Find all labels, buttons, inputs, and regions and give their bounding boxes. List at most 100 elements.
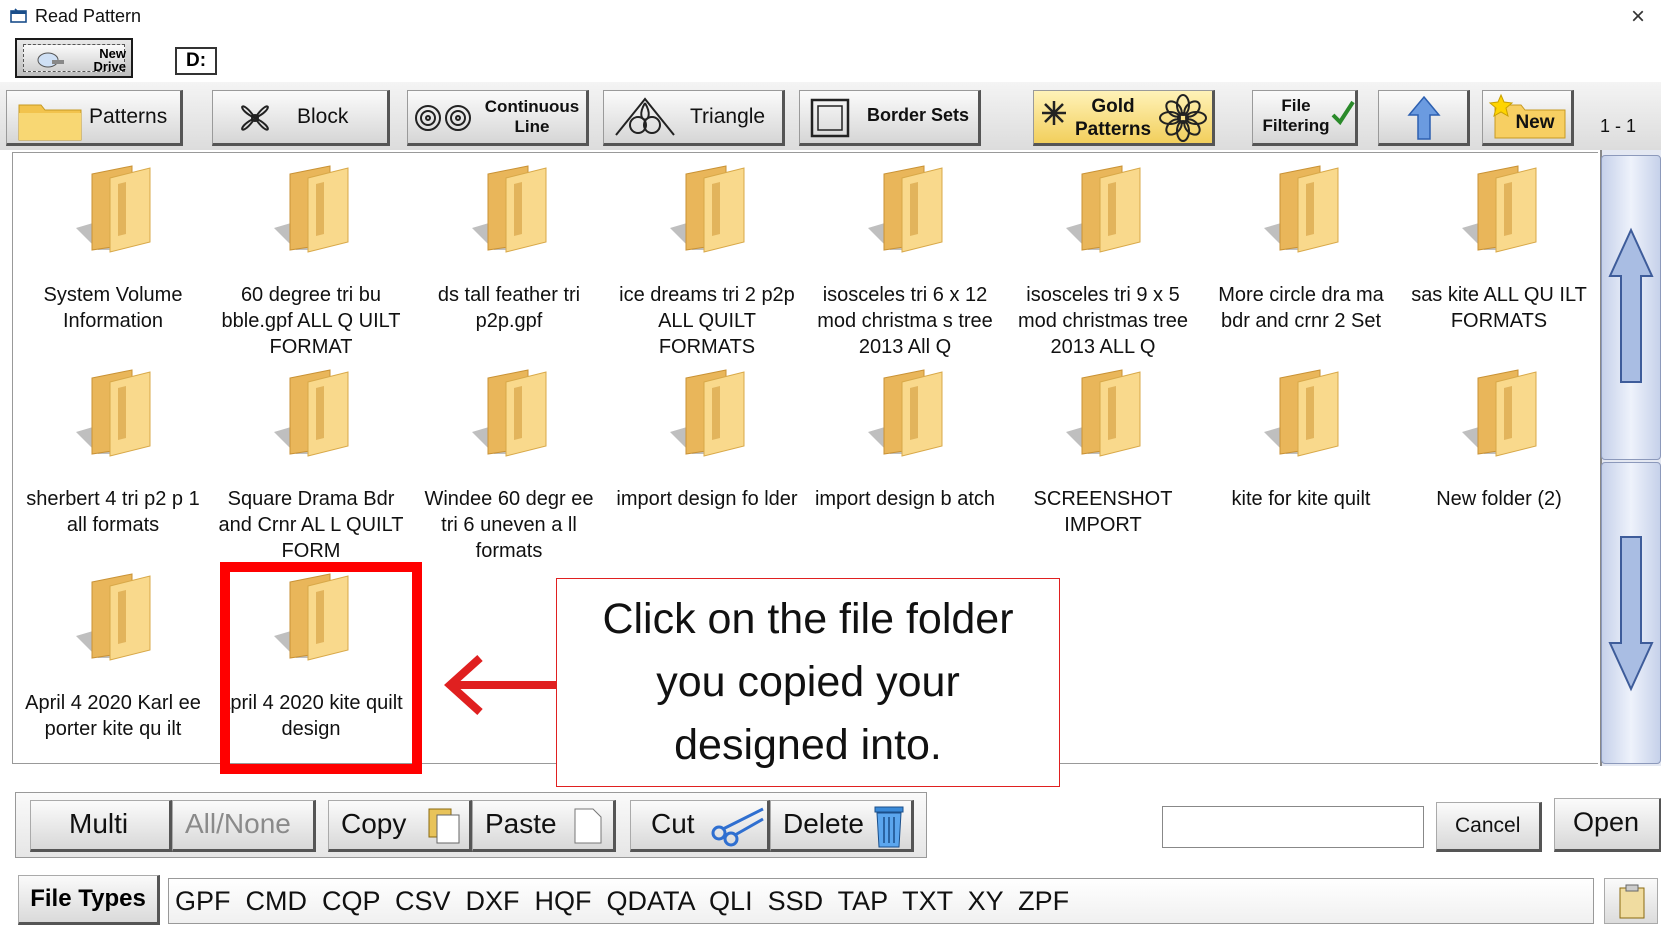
folder-label: Square Drama Bdr and Crnr AL L QUILT FOR…: [218, 488, 404, 562]
app-window-icon: [10, 8, 27, 23]
folder-label: isosceles tri 6 x 12 mod christma s tree…: [817, 284, 993, 358]
folder-label: More circle dra ma bdr and crnr 2 Set: [1218, 284, 1384, 332]
file-filtering-button[interactable]: File Filtering: [1252, 90, 1358, 146]
folder-item[interactable]: ice dreams tri 2 p2p ALL QUILT FORMATS: [612, 158, 802, 358]
continuous-line-label-line2: Line: [514, 117, 550, 136]
folder-item[interactable]: import design b atch: [810, 362, 1000, 562]
copy-label: Copy: [341, 808, 407, 839]
folder-label: Windee 60 degr ee tri 6 uneven a ll form…: [424, 488, 594, 562]
block-label: Block: [297, 105, 349, 128]
new-folder-label: New: [1515, 112, 1555, 133]
scissors-icon: [711, 807, 764, 847]
border-sets-button[interactable]: Border Sets: [799, 90, 981, 146]
folder-item[interactable]: kite for kite quilt: [1206, 362, 1396, 562]
clipboard-button[interactable]: [1604, 878, 1658, 924]
folder-label: isosceles tri 9 x 5 mod christmas tree 2…: [1017, 284, 1189, 358]
close-icon[interactable]: ×: [1620, 2, 1656, 32]
gold-patterns-button[interactable]: Gold Patterns: [1033, 90, 1215, 146]
gold-patterns-label: Gold Patterns: [1068, 95, 1158, 141]
spiral-icon: [415, 105, 471, 131]
callout-text: Click on the file folder you copied your…: [556, 588, 1060, 777]
delete-label: Delete: [783, 808, 864, 839]
folder-item[interactable]: Windee 60 degr ee tri 6 uneven a ll form…: [414, 362, 604, 562]
flower-icon: [1159, 94, 1207, 142]
folder-label: import design b atch: [814, 488, 996, 510]
open-label: Open: [1573, 807, 1640, 837]
folder-icon: [1066, 369, 1141, 457]
new-drive-button[interactable]: New Drive: [15, 38, 133, 78]
new-drive-label-line2: Drive: [93, 59, 126, 74]
scroll-up-button[interactable]: [1601, 155, 1661, 460]
folder-icon: [18, 104, 82, 141]
folder-item[interactable]: isosceles tri 9 x 5 mod christmas tree 2…: [1008, 158, 1198, 358]
block-motif-icon: [241, 105, 269, 131]
paste-button[interactable]: Paste: [472, 800, 616, 852]
open-button[interactable]: Open: [1554, 798, 1661, 852]
paste-label: Paste: [485, 808, 557, 839]
folder-item[interactable]: April 4 2020 Karl ee porter kite qu ilt: [18, 566, 208, 766]
cut-button[interactable]: Cut: [630, 800, 770, 852]
folder-icon: [670, 369, 745, 457]
cancel-button[interactable]: Cancel: [1436, 802, 1542, 852]
multi-label: Multi: [69, 808, 129, 839]
new-folder-button[interactable]: New: [1482, 90, 1574, 146]
folder-label: kite for kite quilt: [1231, 488, 1371, 510]
folder-icon: [1462, 369, 1537, 457]
current-drive-field[interactable]: D:: [175, 47, 217, 75]
file-filtering-label-line2: Filtering: [1262, 116, 1330, 135]
folder-item[interactable]: sas kite ALL QU ILT FORMATS: [1404, 158, 1594, 358]
continuous-line-button[interactable]: Continuous Line: [407, 90, 589, 146]
file-types-list: GPF CMD CQP CSV DXF HQF QDATA QLI SSD TA…: [168, 878, 1594, 924]
page-count: 1 - 1: [1600, 116, 1637, 136]
paste-icon: [574, 808, 602, 844]
folder-item[interactable]: 60 degree tri bu bble.gpf ALL Q UILT FOR…: [216, 158, 406, 358]
copy-icon: [428, 808, 460, 844]
callout-line-2: you copied your: [656, 658, 960, 706]
folder-item[interactable]: System Volume Information: [18, 158, 208, 358]
sparkle-icon: [1042, 101, 1066, 125]
folder-item[interactable]: sherbert 4 tri p2 p 1 all formats: [18, 362, 208, 562]
multi-button[interactable]: Multi: [30, 800, 172, 852]
continuous-line-label: Continuous Line: [478, 97, 586, 137]
trash-icon: [874, 806, 904, 848]
triangle-button[interactable]: Triangle: [603, 90, 785, 146]
folder-label: import design fo lder: [616, 488, 798, 510]
new-drive-face: New Drive: [23, 44, 126, 74]
delete-button[interactable]: Delete: [770, 800, 914, 852]
all-none-button[interactable]: All/None: [172, 800, 316, 852]
scroll-up-arrow-icon: [1608, 227, 1654, 383]
folder-icon: [76, 369, 151, 457]
cut-label: Cut: [651, 808, 695, 839]
folder-item[interactable]: import design fo lder: [612, 362, 802, 562]
folder-item[interactable]: ds tall feather tri p2p.gpf: [414, 158, 604, 358]
file-filtering-label-line1: File: [1281, 96, 1311, 115]
folder-icon: [76, 165, 151, 253]
folder-label: SCREENSHOT IMPORT: [1033, 488, 1173, 536]
patterns-button[interactable]: Patterns: [6, 90, 183, 146]
folder-icon: [1066, 165, 1141, 253]
folder-icon: [670, 165, 745, 253]
window-title: Read Pattern: [35, 6, 142, 26]
callout-line-3: designed into.: [674, 721, 942, 769]
folder-item[interactable]: More circle dra ma bdr and crnr 2 Set: [1206, 158, 1396, 358]
scroll-down-button[interactable]: [1601, 462, 1661, 764]
folder-icon: [274, 165, 349, 253]
file-types-button[interactable]: File Types: [18, 875, 160, 925]
filename-input[interactable]: [1162, 806, 1424, 848]
block-button[interactable]: Block: [212, 90, 390, 146]
folder-item[interactable]: New folder (2): [1404, 362, 1594, 562]
folder-item[interactable]: Square Drama Bdr and Crnr AL L QUILT FOR…: [216, 362, 406, 562]
folder-icon: [1264, 369, 1339, 457]
up-folder-button[interactable]: [1378, 90, 1470, 146]
cancel-label: Cancel: [1455, 814, 1521, 837]
folder-label: ds tall feather tri p2p.gpf: [437, 284, 581, 332]
folder-item[interactable]: isosceles tri 6 x 12 mod christma s tree…: [810, 158, 1000, 358]
patterns-label: Patterns: [89, 105, 168, 128]
folder-item[interactable]: SCREENSHOT IMPORT: [1008, 362, 1198, 562]
scroll-down-arrow-icon: [1608, 536, 1654, 692]
folder-icon: [1462, 165, 1537, 253]
folder-icon: [1264, 165, 1339, 253]
file-filtering-label: File Filtering: [1257, 96, 1335, 136]
copy-button[interactable]: Copy: [328, 800, 472, 852]
border-square-icon: [810, 98, 850, 138]
